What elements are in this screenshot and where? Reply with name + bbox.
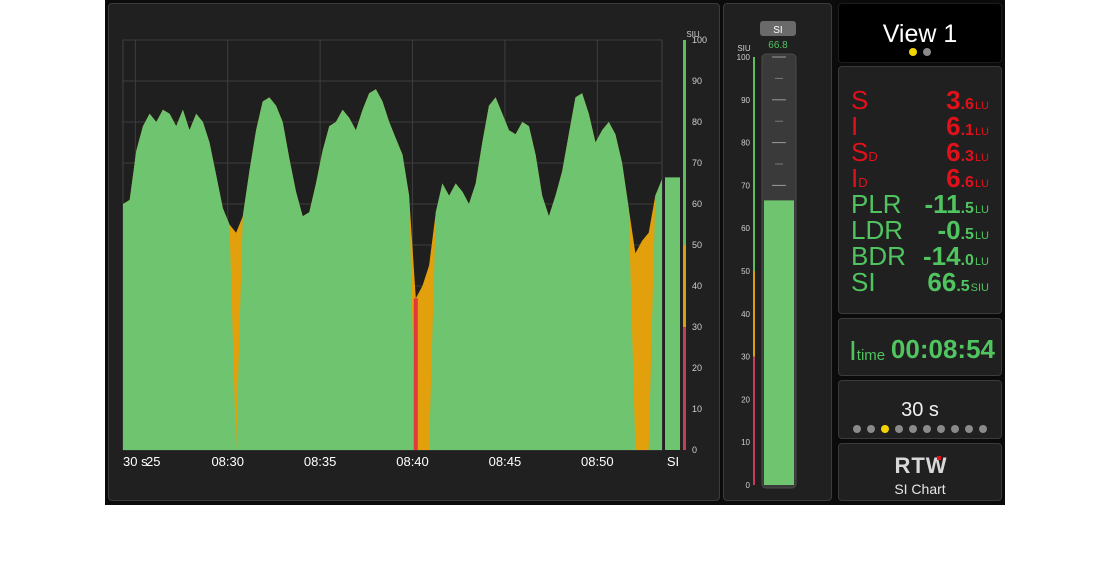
view-selector[interactable]: View 1 [838, 3, 1002, 63]
scale-strip-ok [683, 40, 686, 245]
y-tick-label: 60 [692, 199, 702, 209]
time-range-dot[interactable] [965, 425, 973, 433]
time-range-dot[interactable] [853, 425, 861, 433]
meter-scale-caution [753, 271, 755, 357]
loudness-values-panel: S 3.6LU I 6.1LU SD 6.3LU ID 6.6LU PLR -11.5LU LDR -… [838, 66, 1002, 314]
loudness-value-row: SI 66.5SIU [851, 269, 989, 295]
time-range-dot[interactable] [979, 425, 987, 433]
meter-tick-label: 20 [741, 395, 750, 404]
meter-tick-label: 30 [741, 353, 750, 362]
scale-strip-over [683, 327, 686, 450]
time-range-dots [839, 425, 1001, 433]
si-history-chart: 1009080706050403020100 30 s25 08:30 08:35 0… [122, 30, 707, 469]
meter-tick-label: 40 [741, 310, 750, 319]
view-page-indicator [839, 48, 1001, 56]
area-series-ok [123, 89, 662, 450]
meter-scale-ok [753, 57, 755, 271]
meter-tick-label: 100 [737, 53, 751, 62]
time-range-selector[interactable]: 30 s [838, 380, 1002, 439]
loudness-value-label: S [851, 85, 869, 115]
time-range-value: 30 s [901, 399, 939, 421]
loudness-value-label: LDR [851, 215, 904, 245]
x-tick-label: 08:30 [211, 454, 244, 469]
view-page-dot [909, 48, 917, 56]
meter-scale-over [753, 356, 755, 485]
loudness-value-label: SI [851, 267, 876, 297]
time-range-dot[interactable] [881, 425, 889, 433]
loudness-value-row: I 6.1LU [851, 113, 989, 139]
y-tick-label: 30 [692, 322, 702, 332]
loudness-value: 66.5SIU [927, 267, 989, 297]
meter-tick-label: 50 [741, 267, 750, 276]
loudness-value-label: I [851, 111, 859, 141]
time-range-dot[interactable] [895, 425, 903, 433]
meter-tick-label: 80 [741, 139, 750, 148]
x-tick-label: 25 [146, 454, 160, 469]
scale-strip-caution [683, 245, 686, 327]
meter-tick-label: 60 [741, 224, 750, 233]
si-bar-label: SI [667, 454, 679, 469]
time-range-dot[interactable] [951, 425, 959, 433]
y-tick-label: 40 [692, 281, 702, 291]
x-tick-label: 30 s [123, 454, 148, 469]
itime-sub: time [856, 347, 886, 364]
y-tick-label: 80 [692, 117, 702, 127]
time-range-dot[interactable] [909, 425, 917, 433]
time-range-dot[interactable] [867, 425, 875, 433]
instrument-name: SI Chart [894, 481, 946, 497]
itime-label: I [849, 335, 857, 366]
si-chart-panel: 100 90 80 70 60 50 40 30 20 10 0 30 s 25 08:30 08:35 0… [108, 3, 720, 501]
loudness-value-row: ID 6.6LU [851, 165, 989, 191]
si-meter-panel: SI 66.8 SIU 100 90 80 70 60 50 40 30 20 10 0 [723, 3, 832, 501]
y-tick-label: 20 [692, 363, 702, 373]
si-current-bar [665, 177, 680, 450]
view-title: View 1 [882, 20, 958, 48]
meter-unit-label: SIU [737, 44, 751, 53]
logo-dot [937, 456, 941, 460]
y-tick-label: 90 [692, 76, 702, 86]
loudness-value-row: PLR -11.5LU [851, 191, 989, 217]
meter-tick-label: 0 [746, 481, 751, 490]
loudness-value-label: BDR [851, 241, 906, 271]
itime-panel: Itime 00:08:54 [838, 318, 1002, 376]
y-tick-label: 10 [692, 404, 702, 414]
time-range-dot[interactable] [937, 425, 945, 433]
area-series-over [413, 298, 418, 450]
y-tick-label: 50 [692, 240, 702, 250]
x-tick-label: 08:45 [489, 454, 522, 469]
loudness-value-row: BDR -14.0LU [851, 243, 989, 269]
view-page-dot [923, 48, 931, 56]
meter-tick-label: 10 [741, 438, 750, 447]
loudness-value-row: LDR -0.5LU [851, 217, 989, 243]
itime-value: 00:08:54 [890, 334, 995, 364]
meter-app: 100 90 80 70 60 50 40 30 20 10 0 30 s 25 08:30 08:35 0… [105, 0, 1005, 505]
y-tick-label: 0 [692, 445, 697, 455]
meter-fill [764, 200, 794, 485]
meter-tick-label: 70 [741, 181, 750, 190]
y-tick-label: 70 [692, 158, 702, 168]
loudness-value-label: PLR [851, 189, 902, 219]
x-tick-label: 08:50 [581, 454, 614, 469]
loudness-value-row: SD 6.3LU [851, 139, 989, 165]
x-tick-label: 08:35 [304, 454, 337, 469]
x-tick-label: 08:40 [396, 454, 429, 469]
siu-axis-label: SIU [686, 30, 700, 39]
si-bar-meter: SI 66.8 SIU 1009080706050403020100 [737, 21, 797, 490]
meter-peak-value: 66.8 [768, 40, 788, 51]
brand-panel: RTW SI Chart [838, 443, 1002, 501]
meter-tick-label: 90 [741, 96, 750, 105]
time-range-dot[interactable] [923, 425, 931, 433]
meter-title: SI [773, 25, 782, 36]
loudness-value-row: S 3.6LU [851, 87, 989, 113]
